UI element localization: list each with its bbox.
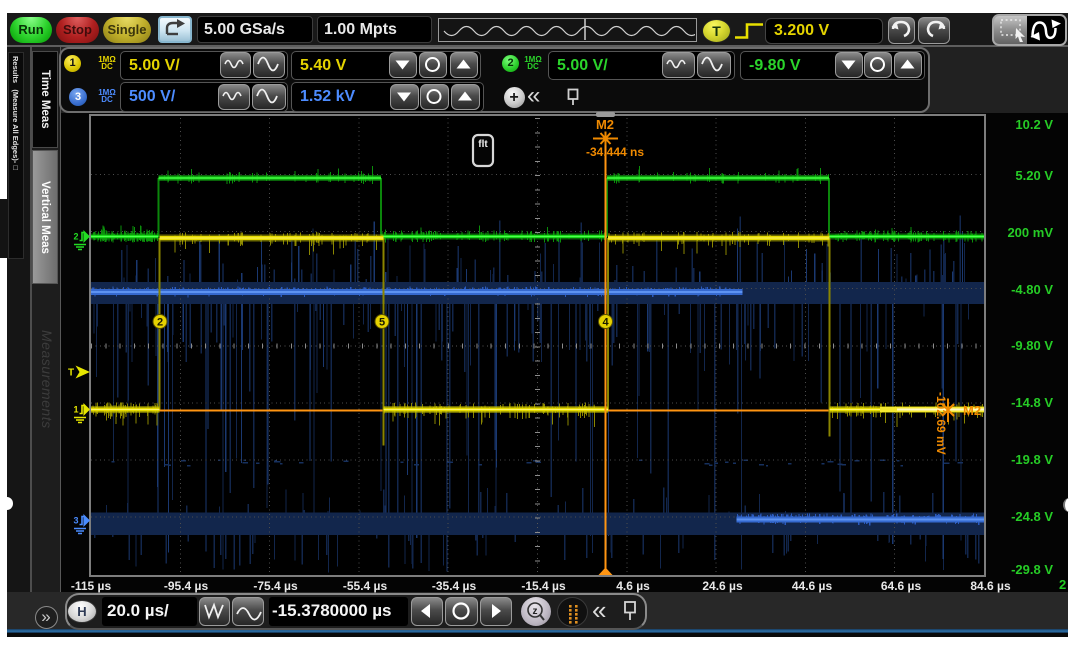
svg-text:5: 5 (379, 317, 385, 329)
svg-text:z: z (533, 606, 538, 617)
svg-text:2: 2 (73, 232, 78, 242)
svg-text:1: 1 (73, 405, 78, 415)
svg-text:4: 4 (602, 317, 609, 329)
svg-text:-34.444 ns: -34.444 ns (586, 145, 644, 159)
svg-text:M2: M2 (596, 117, 614, 132)
svg-text:3: 3 (73, 516, 78, 526)
svg-text:M2: M2 (963, 403, 981, 418)
svg-text:2: 2 (157, 317, 163, 329)
svg-text:T: T (68, 368, 74, 379)
svg-text:-102.69 mV: -102.69 mV (934, 392, 948, 455)
svg-text:flt: flt (478, 139, 488, 150)
